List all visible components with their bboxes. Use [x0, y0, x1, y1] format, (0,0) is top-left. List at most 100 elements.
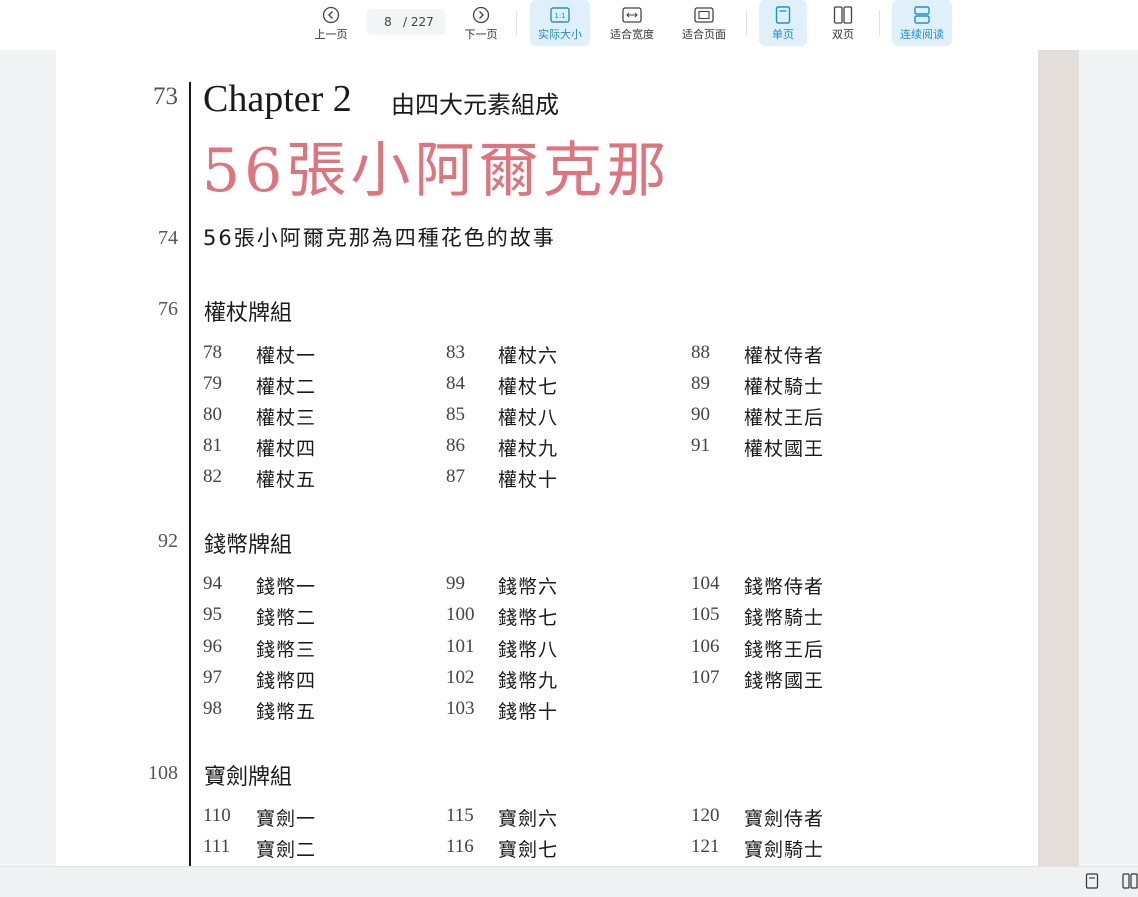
- entry-page: 87: [446, 466, 465, 487]
- entry-title: 錢幣十: [498, 701, 559, 723]
- entry-title: 權杖八: [498, 407, 559, 429]
- section-title: 錢幣牌組: [204, 533, 293, 558]
- entry-title: 錢幣五: [256, 701, 317, 723]
- entry-page: 90: [691, 404, 710, 425]
- entry-page: 97: [203, 667, 222, 688]
- main-title: 56張小阿爾克那: [202, 136, 671, 206]
- entry-title: 權杖四: [256, 438, 317, 460]
- entry-title: 寶劍二: [256, 839, 317, 861]
- entry-title: 寶劍六: [498, 808, 559, 830]
- entry-title: 錢幣六: [498, 576, 559, 598]
- page-indicator: / 227: [367, 9, 445, 35]
- entry-page: 81: [203, 435, 222, 456]
- entry-page: 105: [691, 604, 720, 625]
- section-page-number: 92: [158, 530, 178, 552]
- entry-title: 權杖二: [256, 376, 317, 398]
- section-page-number: 76: [158, 298, 178, 320]
- section-title: 寶劍牌組: [204, 765, 293, 790]
- entry-title: 權杖一: [256, 345, 317, 367]
- entry-page: 83: [446, 342, 465, 363]
- entry-page: 121: [691, 836, 720, 857]
- actual-size-button[interactable]: 1:1 实际大小: [530, 0, 590, 46]
- entry-page: 84: [446, 373, 465, 394]
- entry-page: 99: [446, 573, 465, 594]
- toolbar-divider: [879, 10, 880, 36]
- fit-page-icon: [694, 6, 714, 24]
- prev-page-button[interactable]: 上一页: [306, 0, 356, 46]
- entry-page: 106: [691, 636, 720, 657]
- entry-page: 110: [203, 805, 231, 826]
- entry-page: 82: [203, 466, 222, 487]
- entry-title: 權杖九: [498, 438, 559, 460]
- double-page-button[interactable]: 双页: [819, 0, 867, 46]
- entry-title: 錢幣侍者: [744, 576, 825, 598]
- actual-size-icon: 1:1: [550, 6, 570, 24]
- entry-page: 91: [691, 435, 710, 456]
- entry-title: 寶劍侍者: [744, 808, 825, 830]
- entry-page: 104: [691, 573, 720, 594]
- next-page-edge: [1038, 50, 1079, 866]
- document-page: 73 Chapter 2 由四大元素組成 56張小阿爾克那 74 56張小阿爾克…: [56, 50, 1038, 866]
- entry-page: 111: [203, 836, 231, 857]
- page-total: / 227: [403, 15, 434, 29]
- double-page-label: 双页: [832, 28, 854, 41]
- entry-title: 錢幣三: [256, 639, 317, 661]
- entry-page: 101: [446, 636, 475, 657]
- single-page-label: 单页: [772, 28, 794, 41]
- entry-page: 98: [203, 698, 222, 719]
- section-title: 權杖牌組: [204, 301, 293, 326]
- chapter-label: Chapter 2: [203, 78, 352, 120]
- fit-width-label: 适合宽度: [610, 28, 654, 41]
- entry-title: 錢幣騎士: [744, 607, 825, 629]
- page-number-input[interactable]: [373, 15, 403, 29]
- entry-page: 79: [203, 373, 222, 394]
- intro-page-number: 74: [158, 227, 178, 249]
- continuous-reading-button[interactable]: 连续阅读: [892, 0, 952, 46]
- entry-page: 88: [691, 342, 710, 363]
- entry-page: 103: [446, 698, 475, 719]
- entry-title: 權杖十: [498, 469, 559, 491]
- entry-page: 95: [203, 604, 222, 625]
- next-page-button[interactable]: 下一页: [456, 0, 506, 46]
- entry-page: 115: [446, 805, 474, 826]
- entry-page: 120: [691, 805, 720, 826]
- fit-page-button[interactable]: 适合页面: [675, 0, 733, 46]
- entry-title: 權杖騎士: [744, 376, 825, 398]
- toc-divider-line: [189, 82, 191, 866]
- entry-title: 權杖五: [256, 469, 317, 491]
- document-viewer[interactable]: 73 Chapter 2 由四大元素組成 56張小阿爾克那 74 56張小阿爾克…: [0, 50, 1138, 866]
- fit-page-label: 适合页面: [682, 28, 726, 41]
- entry-title: 權杖國王: [744, 438, 825, 460]
- actual-size-label: 实际大小: [538, 28, 582, 41]
- bottom-status-bar: [0, 866, 1138, 897]
- toolbar-divider: [516, 10, 517, 36]
- svg-text:1:1: 1:1: [554, 12, 565, 20]
- single-page-button[interactable]: 单页: [759, 0, 807, 46]
- continuous-scroll-icon: [913, 6, 931, 24]
- chevron-left-icon: [322, 6, 340, 24]
- entry-page: 96: [203, 636, 222, 657]
- intro-title: 56張小阿爾克那為四種花色的故事: [203, 226, 556, 250]
- entry-title: 錢幣七: [498, 607, 559, 629]
- entry-title: 權杖三: [256, 407, 317, 429]
- viewer-toolbar: 上一页 / 227 下一页 1:1 实际大小 适合宽度 适合页面 单页: [0, 0, 1138, 50]
- entry-title: 錢幣四: [256, 670, 317, 692]
- fit-width-icon: [622, 6, 642, 24]
- entry-title: 寶劍七: [498, 839, 559, 861]
- entry-title: 權杖六: [498, 345, 559, 367]
- entry-page: 100: [446, 604, 475, 625]
- double-page-mini-icon[interactable]: [1122, 873, 1138, 893]
- entry-title: 寶劍一: [256, 808, 317, 830]
- chevron-right-icon: [472, 6, 490, 24]
- entry-title: 錢幣國王: [744, 670, 825, 692]
- entry-title: 權杖七: [498, 376, 559, 398]
- fit-width-button[interactable]: 适合宽度: [603, 0, 661, 46]
- entry-page: 116: [446, 836, 474, 857]
- entry-page: 94: [203, 573, 222, 594]
- entry-page: 85: [446, 404, 465, 425]
- prev-page-label: 上一页: [314, 28, 348, 41]
- chapter-page-number: 73: [153, 83, 178, 110]
- entry-title: 錢幣八: [498, 639, 559, 661]
- single-page-mini-icon[interactable]: [1085, 873, 1099, 893]
- entry-title: 寶劍騎士: [744, 839, 825, 861]
